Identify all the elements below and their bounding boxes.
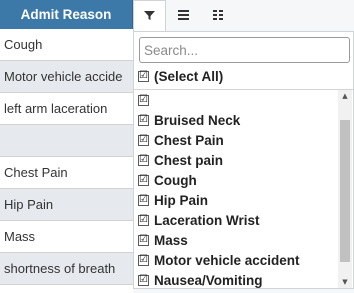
filter-option-checkbox[interactable]: ☑: [138, 94, 149, 106]
columns-grid-icon: [212, 7, 223, 25]
filter-option-checkbox[interactable]: ☑: [138, 154, 149, 166]
table-cell[interactable]: Cough: [0, 29, 133, 61]
filter-option[interactable]: ☑ Cough: [138, 170, 336, 190]
menu-lines-icon: [178, 7, 189, 25]
select-all-option[interactable]: ☑ (Select All): [138, 67, 223, 85]
filter-option-label: Motor vehicle accident: [154, 252, 300, 268]
tab-columns[interactable]: [201, 0, 234, 31]
table-cell[interactable]: [0, 125, 133, 157]
filter-option-checkbox[interactable]: ☑: [138, 134, 149, 146]
filter-option-label: Mass: [154, 232, 188, 248]
filter-option[interactable]: ☑ Hip Pain: [138, 190, 336, 210]
tab-filter[interactable]: [133, 0, 166, 32]
filter-option[interactable]: ☑ Chest pain: [138, 150, 336, 170]
filter-icon: [144, 8, 155, 26]
scroll-up-icon[interactable]: ▲: [338, 90, 352, 102]
scroll-down-icon[interactable]: ▼: [338, 276, 352, 288]
table-cell[interactable]: Motor vehicle accide: [0, 61, 133, 93]
table-cell[interactable]: Mass: [0, 221, 133, 253]
filter-option[interactable]: ☑ Bruised Neck: [138, 110, 336, 130]
admit-reason-header-label: Admit Reason: [20, 7, 112, 22]
filter-option-checkbox[interactable]: ☑: [138, 254, 149, 266]
admit-reason-header[interactable]: Admit Reason: [0, 0, 133, 29]
table-cell[interactable]: Chest Pain: [0, 157, 133, 189]
filter-option-checkbox[interactable]: ☑: [138, 174, 149, 186]
filter-list-scrollbar[interactable]: ▲ ▼: [338, 90, 352, 288]
select-all-label: (Select All): [154, 68, 224, 84]
filter-option[interactable]: ☑ Mass: [138, 230, 336, 250]
filter-option-checkbox[interactable]: ☑: [138, 274, 149, 286]
column-menu-tabs: [133, 0, 253, 32]
filter-option[interactable]: ☑ Laceration Wrist: [138, 210, 336, 230]
scrollbar-thumb[interactable]: [340, 120, 350, 262]
filter-option-label: Nausea/Vomiting: [154, 272, 263, 288]
filter-option-label: Chest Pain: [154, 132, 224, 148]
filter-option[interactable]: ☑ Nausea/Vomiting: [138, 270, 336, 290]
filter-panel: ☑ (Select All) ☑ ☑ Bruised Neck ☑ Chest …: [133, 31, 354, 289]
filter-option-label: Laceration Wrist: [154, 212, 260, 228]
filter-value-list: ☑ ☑ Bruised Neck ☑ Chest Pain ☑ Chest pa…: [138, 90, 336, 290]
filter-option-label: Hip Pain: [154, 192, 209, 208]
filter-option-checkbox[interactable]: ☑: [138, 234, 149, 246]
table-cell[interactable]: shortness of breath: [0, 253, 133, 285]
filter-search-input[interactable]: [139, 37, 350, 63]
admit-reason-column: Cough Motor vehicle accide left arm lace…: [0, 29, 133, 285]
filter-option-label: Chest pain: [154, 152, 224, 168]
tab-general[interactable]: [167, 0, 200, 31]
select-all-checkbox[interactable]: ☑: [138, 70, 149, 82]
filter-option-label: Bruised Neck: [154, 112, 241, 128]
filter-option-checkbox[interactable]: ☑: [138, 194, 149, 206]
filter-option-checkbox[interactable]: ☑: [138, 114, 149, 126]
table-cell[interactable]: left arm laceration: [0, 93, 133, 125]
filter-option-checkbox[interactable]: ☑: [138, 214, 149, 226]
filter-option-label: Cough: [154, 172, 197, 188]
filter-option[interactable]: ☑ Chest Pain: [138, 130, 336, 150]
table-cell[interactable]: Hip Pain: [0, 189, 133, 221]
column-menu: ☑ (Select All) ☑ ☑ Bruised Neck ☑ Chest …: [133, 0, 354, 293]
filter-option[interactable]: ☑ Motor vehicle accident: [138, 250, 336, 270]
filter-option-blank[interactable]: ☑: [138, 90, 336, 110]
